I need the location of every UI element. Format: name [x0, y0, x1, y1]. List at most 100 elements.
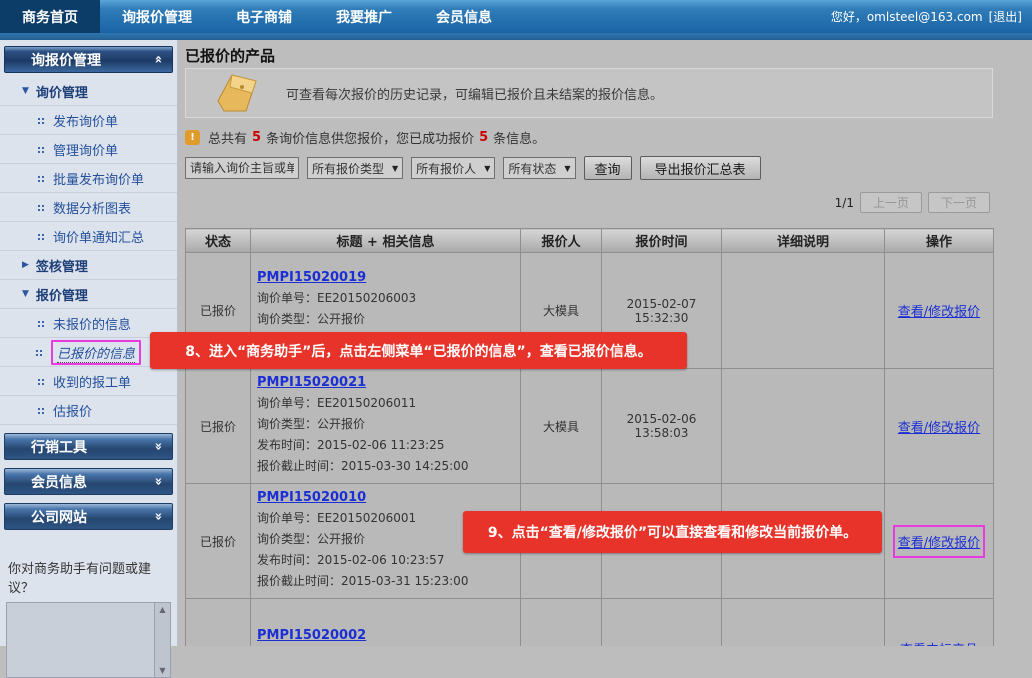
- col-operation: 操作: [885, 229, 994, 253]
- scroll-up-icon[interactable]: ▲: [159, 605, 165, 614]
- detail-line: 询价单号：EE20150206011: [257, 393, 516, 414]
- page-indicator: 1/1: [835, 196, 854, 210]
- sidebar-item-manage-inquiry[interactable]: 管理询价单: [0, 135, 177, 164]
- prev-page-button[interactable]: 上一页: [860, 192, 922, 213]
- sidebar-panel-title: 询报价管理: [31, 50, 101, 70]
- tab-member-info[interactable]: 会员信息: [414, 0, 514, 33]
- sidebar-item-estimate-quote[interactable]: 估报价: [0, 396, 177, 425]
- bullet-dots-icon: [38, 233, 45, 240]
- triangle-down-icon: ▼: [22, 289, 29, 299]
- sidebar-group-approval-management[interactable]: ▶ 签核管理: [0, 251, 177, 280]
- bullet-dots-icon: [38, 175, 45, 182]
- view-modify-quote-link[interactable]: 查看/修改报价: [898, 417, 980, 436]
- triangle-right-icon: ▶: [22, 260, 29, 270]
- quoter-select[interactable]: 所有报价人 ▼: [411, 157, 495, 179]
- triangle-down-icon: ▼: [22, 86, 29, 96]
- sidebar-panel-member-info[interactable]: 会员信息 »: [4, 468, 173, 495]
- filter-bar: 所有报价类型 ▼ 所有报价人 ▼ 所有状态 ▼ 查询 导出报价汇总表: [185, 156, 761, 180]
- chevron-down-icon: ▼: [564, 164, 570, 173]
- table-row: 已报价 PMPI15020021 询价单号：EE20150206011 询价类型…: [186, 369, 994, 484]
- pagination: 1/1 上一页 下一页: [835, 192, 990, 213]
- tutorial-callout-8: 8、进入“商务助手”后，点击左侧菜单“已报价的信息”，查看已报价信息。: [150, 332, 687, 369]
- inquiry-title-link[interactable]: PMPI15020021: [257, 375, 366, 390]
- export-quote-summary-button[interactable]: 导出报价汇总表: [640, 156, 761, 180]
- tab-business-home[interactable]: 商务首页: [0, 0, 100, 33]
- chevron-down-icon[interactable]: »: [150, 477, 165, 485]
- col-quoter: 报价人: [521, 229, 602, 253]
- bullet-dots-icon: [38, 204, 45, 211]
- logout-link[interactable]: [退出]: [989, 8, 1022, 25]
- col-quote-time: 报价时间: [602, 229, 722, 253]
- status-cell: 已报价: [186, 484, 251, 599]
- view-modify-quote-link[interactable]: 查看/修改报价: [898, 532, 980, 551]
- inquiry-title-link[interactable]: PMPI15020019: [257, 270, 366, 285]
- detail-line: 询价类型：公开报价: [257, 309, 516, 330]
- page-title: 已报价的产品: [185, 45, 275, 66]
- detail-line: 询价单号：EE20150206003: [257, 288, 516, 309]
- status-cell: 已中标: [186, 599, 251, 647]
- sidebar-item-inquiry-notice-summary[interactable]: 询价单通知汇总: [0, 222, 177, 251]
- quote-time-cell: 2015-02-06 13:58:03: [602, 369, 722, 484]
- chevron-up-icon[interactable]: «: [150, 55, 165, 63]
- sidebar-item-batch-publish-inquiry[interactable]: 批量发布询价单: [0, 164, 177, 193]
- user-greeting: 您好，omlsteel@163.com: [831, 8, 983, 25]
- bullet-dots-icon: [38, 407, 45, 414]
- detail-line: 询价类型：公开报价: [257, 414, 516, 435]
- bullet-dots-icon: [38, 378, 45, 385]
- tutorial-callout-9: 9、点击“查看/修改报价”可以直接查看和修改当前报价单。: [463, 511, 882, 553]
- notice-icon: !: [185, 130, 200, 145]
- top-nav-tabs: 商务首页 询报价管理 电子商铺 我要推广 会员信息: [0, 0, 514, 33]
- tab-inquiry-quote-management[interactable]: 询报价管理: [100, 0, 214, 33]
- chevron-down-icon[interactable]: »: [150, 512, 165, 520]
- intro-box: 可查看每次报价的历史记录，可编辑已报价且未结案的报价信息。: [185, 68, 993, 118]
- summary-line: ! 总共有 5 条询价信息供您报价，您已成功报价 5 条信息。: [185, 128, 545, 147]
- detail-line: 报价截止时间：2015-03-31 15:23:00: [257, 571, 516, 592]
- intro-text: 可查看每次报价的历史记录，可编辑已报价且未结案的报价信息。: [286, 84, 663, 103]
- sidebar-panel-inquiry-quote[interactable]: 询报价管理 «: [4, 46, 173, 73]
- quote-type-select[interactable]: 所有报价类型 ▼: [307, 157, 403, 179]
- quoted-products-table: 状态 标题 + 相关信息 报价人 报价时间 详细说明 操作 已报价 PMPI15…: [185, 228, 994, 646]
- sidebar-group-quote-management[interactable]: ▼ 报价管理: [0, 280, 177, 309]
- col-title: 标题 + 相关信息: [251, 229, 521, 253]
- top-navigation-bar: 商务首页 询报价管理 电子商铺 我要推广 会员信息 您好，omlsteel@16…: [0, 0, 1032, 33]
- operation-cell: 查看/修改报价: [885, 369, 994, 484]
- sidebar-panel-company-website[interactable]: 公司网站 »: [4, 503, 173, 530]
- inquiry-title-link[interactable]: PMPI15020002: [257, 628, 366, 643]
- sidebar-item-publish-inquiry[interactable]: 发布询价单: [0, 106, 177, 135]
- chevron-down-icon[interactable]: »: [150, 442, 165, 450]
- bullet-dots-icon: [36, 349, 43, 356]
- total-count: 5: [252, 130, 261, 145]
- view-modify-quote-link[interactable]: 查看/修改报价: [898, 301, 980, 320]
- detail-line: 报价截止时间：2015-03-30 14:25:00: [257, 456, 516, 477]
- sidebar-menu: ▼ 询价管理 发布询价单 管理询价单 批量发布询价单 数据分析图表 询价单通知汇…: [0, 77, 177, 425]
- chevron-down-icon: ▼: [484, 164, 490, 173]
- table-header-row: 状态 标题 + 相关信息 报价人 报价时间 详细说明 操作: [186, 229, 994, 253]
- next-page-button[interactable]: 下一页: [928, 192, 990, 213]
- status-select[interactable]: 所有状态 ▼: [503, 157, 575, 179]
- quoter-cell: 大模具: [521, 369, 602, 484]
- sidebar-item-data-analysis-charts[interactable]: 数据分析图表: [0, 193, 177, 222]
- search-input[interactable]: [185, 157, 299, 179]
- view-winning-products-link[interactable]: 查看中标产品: [900, 639, 978, 647]
- operation-cell: 查看/修改报价: [885, 253, 994, 369]
- inquiry-title-link[interactable]: PMPI15020010: [257, 490, 366, 505]
- scroll-down-icon[interactable]: ▼: [159, 666, 165, 675]
- tab-promotion[interactable]: 我要推广: [314, 0, 414, 33]
- query-button[interactable]: 查询: [584, 156, 632, 180]
- tutorial-highlight-box: 查看/修改报价: [893, 525, 985, 558]
- scrollbar[interactable]: ▲ ▼: [154, 603, 170, 677]
- document-icon: [212, 71, 270, 115]
- col-detail: 详细说明: [722, 229, 885, 253]
- bullet-dots-icon: [38, 146, 45, 153]
- feedback-prompt-label: 你对商务助手有问题或建议？: [8, 558, 171, 596]
- nav-divider-strip: [0, 33, 1032, 40]
- operation-cell: 查看/修改报价: [885, 484, 994, 599]
- sidebar-panel-marketing-tools[interactable]: 行销工具 »: [4, 433, 173, 460]
- tab-e-shop[interactable]: 电子商铺: [214, 0, 314, 33]
- sidebar-item-received-work-orders[interactable]: 收到的报工单: [0, 367, 177, 396]
- chevron-down-icon: ▼: [392, 164, 398, 173]
- sidebar-group-inquiry-management[interactable]: ▼ 询价管理: [0, 77, 177, 106]
- detail-desc-cell: [722, 599, 885, 647]
- feedback-textarea[interactable]: ▲ ▼: [6, 602, 171, 678]
- bullet-dots-icon: [38, 320, 45, 327]
